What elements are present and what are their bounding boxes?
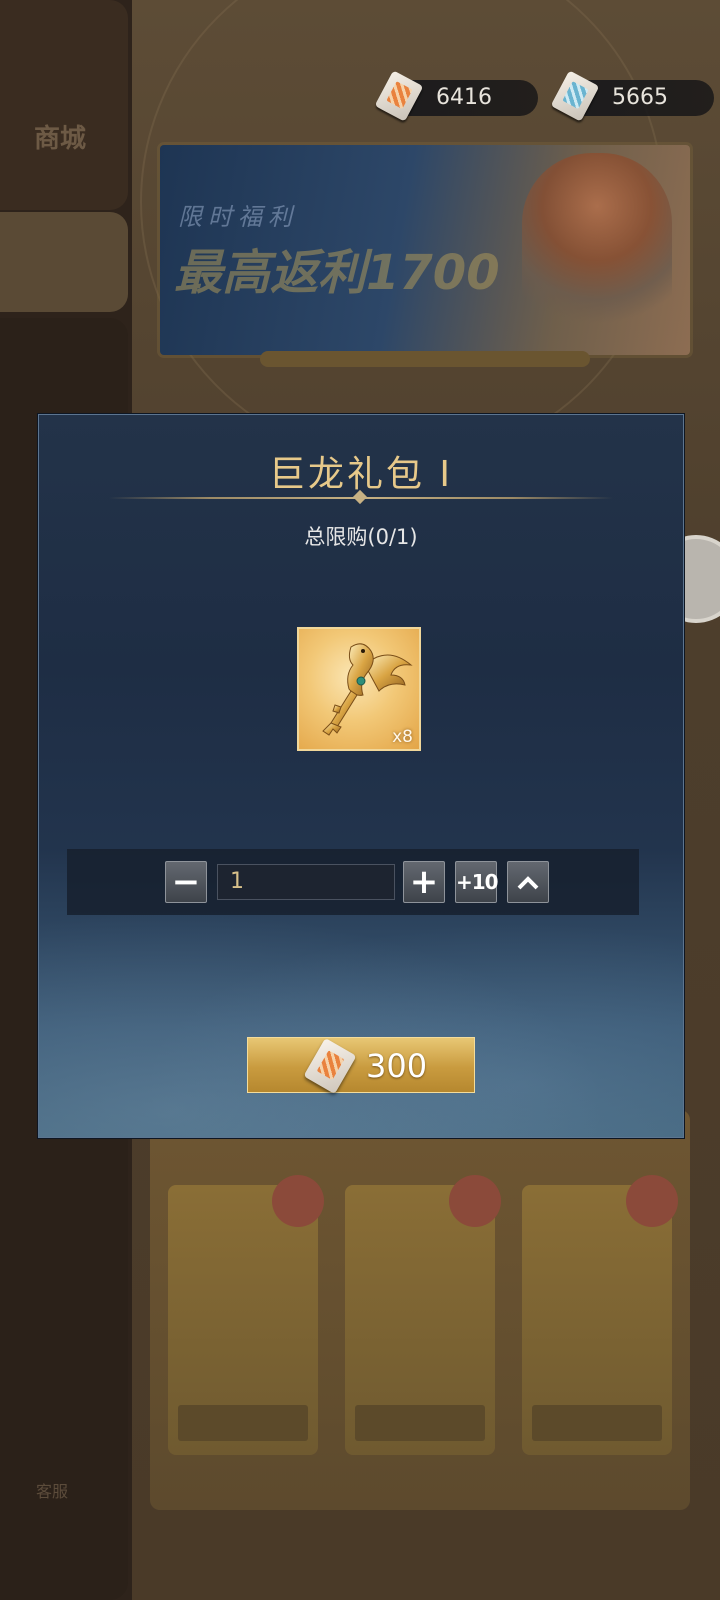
increase-by-ten-button[interactable]: +10	[455, 861, 499, 903]
pack-card-button[interactable]	[355, 1405, 485, 1441]
currency-orange-ticket[interactable]: 6416	[374, 70, 538, 122]
sidebar-item-label: 商城	[34, 124, 87, 154]
currency-blue-ticket[interactable]: 5665	[550, 70, 714, 122]
purchase-dialog: 巨龙礼包 I 总限购(0/1) x8 − 1 + +10 300	[38, 414, 684, 1138]
quantity-selector: − 1 + +10	[67, 849, 639, 915]
buy-button[interactable]: 300	[247, 1037, 475, 1095]
banner-line1: 限时福利	[178, 203, 298, 231]
pack-card[interactable]	[522, 1175, 678, 1455]
pack-list-area	[150, 1110, 690, 1510]
discount-badge	[272, 1175, 324, 1227]
pack-card[interactable]	[168, 1175, 324, 1455]
banner-line2: 最高返利1700	[174, 245, 500, 301]
discount-badge	[449, 1175, 501, 1227]
banner-hero-portrait	[522, 153, 672, 343]
discount-badge	[626, 1175, 678, 1227]
reward-item-tile[interactable]: x8	[297, 627, 421, 751]
buy-price: 300	[366, 1047, 428, 1085]
orange-ticket-icon	[303, 1037, 357, 1095]
quantity-input[interactable]: 1	[217, 864, 395, 900]
pack-card-button[interactable]	[532, 1405, 662, 1441]
item-quantity-label: x8	[392, 727, 413, 747]
increase-quantity-button[interactable]: +	[403, 861, 445, 903]
dialog-background-clouds	[39, 877, 683, 1137]
decrease-quantity-button[interactable]: −	[165, 861, 207, 903]
golden-dragon-key-icon	[322, 643, 413, 736]
pack-card-button[interactable]	[178, 1405, 308, 1441]
pack-card[interactable]	[345, 1175, 501, 1455]
sidebar-bottom-label: 客服	[36, 1482, 69, 1501]
currency-amount: 6416	[436, 85, 492, 110]
sidebar-item-active[interactable]	[0, 212, 128, 312]
banner-footer-bar	[260, 351, 590, 367]
chevron-up-icon	[517, 876, 539, 890]
dialog-title: 巨龙礼包 I	[268, 454, 454, 495]
sidebar-item-shop[interactable]: 商城	[0, 0, 128, 210]
purchase-limit-text: 总限购(0/1)	[304, 525, 418, 549]
promo-banner[interactable]: 限时福利 最高返利1700	[160, 145, 690, 367]
max-quantity-button[interactable]	[507, 861, 549, 903]
currency-amount: 5665	[612, 85, 668, 110]
